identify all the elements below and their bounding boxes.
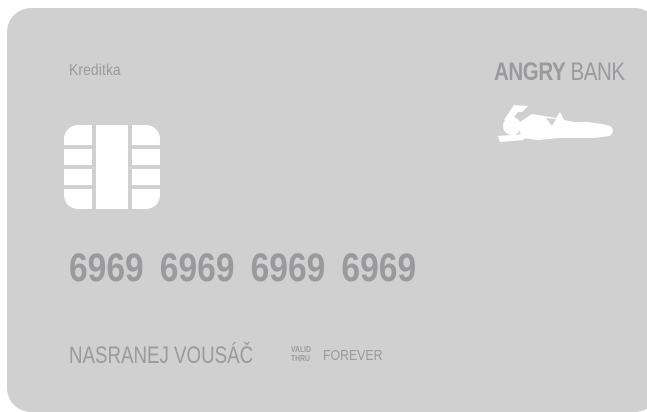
card-chip-icon bbox=[64, 125, 160, 209]
bank-name-bold: ANGRY bbox=[494, 58, 566, 86]
valid-thru-label: VALID THRU bbox=[291, 345, 311, 363]
bank-name-regular: BANK bbox=[570, 58, 626, 86]
card-type-label: Kreditka bbox=[69, 62, 121, 79]
thru-label: THRU bbox=[291, 354, 310, 363]
card-holder-name: NASRANEJ VOUSÁČ bbox=[69, 342, 254, 369]
bank-name: ANGRY BANK bbox=[494, 58, 625, 87]
expiry-value: FOREVER bbox=[323, 347, 383, 364]
valid-label: VALID bbox=[291, 345, 311, 354]
sleeping-person-icon bbox=[498, 105, 613, 142]
credit-card: Kreditka ANGRY BANK 6969 6969 6969 6969 … bbox=[7, 8, 647, 412]
card-number: 6969 6969 6969 6969 bbox=[69, 246, 417, 290]
